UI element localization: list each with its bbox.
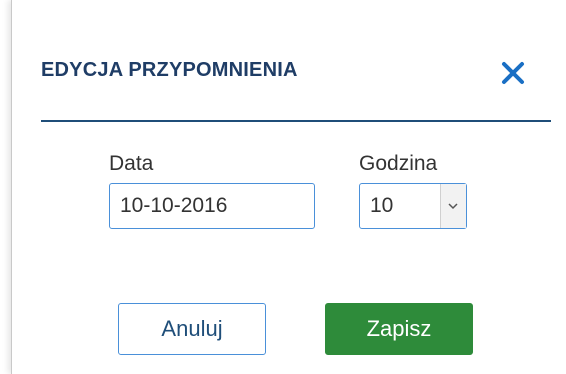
chevron-down-icon xyxy=(448,203,458,210)
reminder-edit-dialog: EDYCJA PRZYPOMNIENIA Data Godzina 10 Anu… xyxy=(11,0,566,374)
date-label: Data xyxy=(109,152,154,175)
hour-select[interactable]: 10 xyxy=(359,183,467,229)
hour-selected-value: 10 xyxy=(370,194,394,217)
close-icon xyxy=(502,62,524,84)
dialog-title: EDYCJA PRZYPOMNIENIA xyxy=(41,59,298,81)
cancel-button[interactable]: Anuluj xyxy=(118,303,266,355)
hour-label: Godzina xyxy=(359,152,438,175)
close-button[interactable] xyxy=(500,60,526,86)
save-button[interactable]: Zapisz xyxy=(325,303,473,355)
page: EDYCJA PRZYPOMNIENIA Data Godzina 10 Anu… xyxy=(0,0,566,374)
hour-select-arrow[interactable] xyxy=(440,184,466,228)
date-field[interactable] xyxy=(109,183,315,229)
